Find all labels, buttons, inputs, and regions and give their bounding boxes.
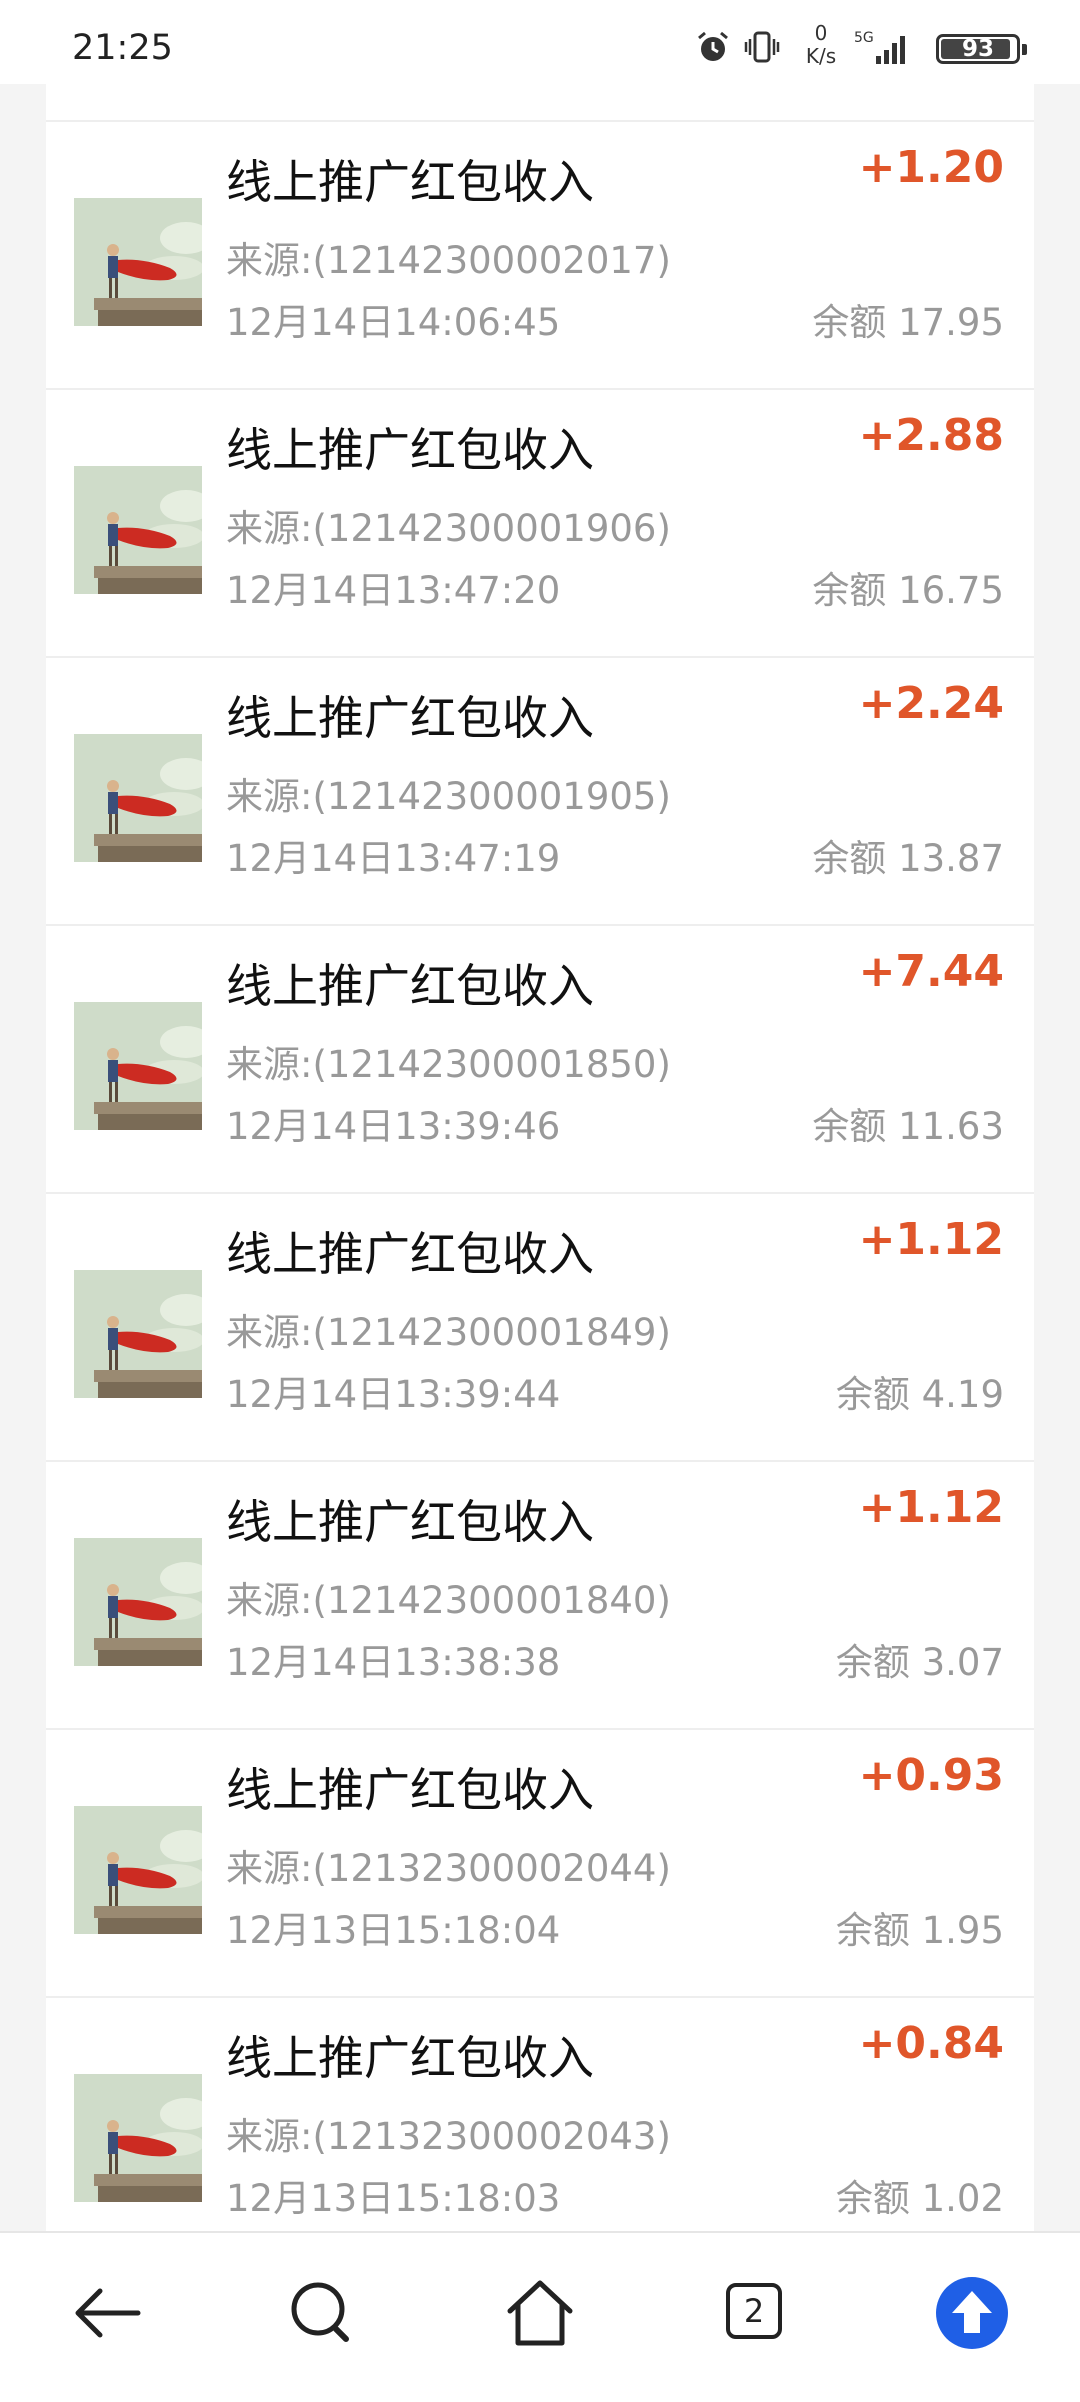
- home-button[interactable]: [502, 2275, 578, 2351]
- transaction-balance: 余额 11.63: [812, 1105, 1004, 1148]
- status-bar: 21:25 0 K/s 5G 93: [0, 0, 1080, 84]
- transaction-list[interactable]: 线上推广红包收入 +1.20 来源:(12142300002017) 12月14…: [46, 84, 1034, 2231]
- transaction-thumbnail: [74, 1538, 202, 1666]
- transaction-amount: +1.12: [858, 1214, 1004, 1265]
- transaction-source: 来源:(12142300001850): [226, 1043, 671, 1086]
- vibrate-icon: [744, 31, 780, 63]
- transaction-source: 来源:(12142300001849): [226, 1311, 671, 1354]
- transaction-title: 线上推广红包收入: [226, 1763, 594, 1817]
- transaction-amount: +1.12: [858, 1482, 1004, 1533]
- status-time: 21:25: [72, 28, 173, 68]
- list-previous-item-edge: [46, 84, 1034, 122]
- transaction-source: 来源:(12142300001906): [226, 507, 671, 550]
- network-type: 5G: [854, 30, 874, 46]
- net-speed-value: 0: [814, 21, 828, 45]
- back-icon: [75, 2288, 141, 2338]
- transaction-datetime: 12月14日13:38:38: [226, 1641, 561, 1684]
- transaction-balance: 余额 17.95: [812, 301, 1004, 344]
- transaction-datetime: 12月14日13:39:44: [226, 1373, 561, 1416]
- home-icon: [507, 2280, 573, 2346]
- transaction-amount: +0.84: [858, 2018, 1004, 2069]
- tabs-icon: 2: [726, 2283, 782, 2339]
- transaction-title: 线上推广红包收入: [226, 959, 594, 1013]
- signal-icon: 5G: [854, 30, 905, 64]
- transaction-row[interactable]: 线上推广红包收入 +2.24 来源:(12142300001905) 12月14…: [46, 658, 1034, 926]
- status-icons: 0 K/s 5G 93: [660, 18, 1027, 74]
- transaction-thumbnail: [74, 198, 202, 326]
- scroll-up-button[interactable]: [934, 2275, 1010, 2351]
- transaction-source: 来源:(12142300001840): [226, 1579, 671, 1622]
- transaction-source: 来源:(12132300002043): [226, 2115, 671, 2158]
- transaction-thumbnail: [74, 1002, 202, 1130]
- transaction-amount: +2.24: [858, 678, 1004, 729]
- transaction-title: 线上推广红包收入: [226, 1227, 594, 1281]
- transaction-amount: +7.44: [858, 946, 1004, 997]
- bottom-navigation-bar: 2: [0, 2231, 1080, 2402]
- battery-icon: 93: [936, 34, 1027, 64]
- transaction-thumbnail: [74, 466, 202, 594]
- transaction-datetime: 12月14日14:06:45: [226, 301, 561, 344]
- transaction-title: 线上推广红包收入: [226, 1495, 594, 1549]
- net-speed: 0 K/s: [798, 22, 844, 68]
- transaction-balance: 余额 1.02: [835, 2177, 1004, 2220]
- transaction-row[interactable]: 线上推广红包收入 +2.88 来源:(12142300001906) 12月14…: [46, 390, 1034, 658]
- transaction-datetime: 12月13日15:18:04: [226, 1909, 561, 1952]
- transaction-row[interactable]: 线上推广红包收入 +7.44 来源:(12142300001850) 12月14…: [46, 926, 1034, 1194]
- transaction-row[interactable]: 线上推广红包收入 +0.93 来源:(12132300002044) 12月13…: [46, 1730, 1034, 1998]
- search-icon: [291, 2282, 349, 2342]
- transaction-balance: 余额 4.19: [835, 1373, 1004, 1416]
- search-button[interactable]: [284, 2275, 360, 2351]
- transaction-title: 线上推广红包收入: [226, 691, 594, 745]
- transaction-balance: 余额 13.87: [812, 837, 1004, 880]
- transaction-thumbnail: [74, 1270, 202, 1398]
- transaction-balance: 余额 1.95: [835, 1909, 1004, 1952]
- transaction-datetime: 12月13日15:18:03: [226, 2177, 561, 2220]
- transaction-thumbnail: [74, 734, 202, 862]
- transaction-source: 来源:(12142300001905): [226, 775, 671, 818]
- transaction-row[interactable]: 线上推广红包收入 +1.12 来源:(12142300001849) 12月14…: [46, 1194, 1034, 1462]
- transaction-title: 线上推广红包收入: [226, 2031, 594, 2085]
- transaction-datetime: 12月14日13:47:19: [226, 837, 561, 880]
- alarm-icon: [698, 31, 728, 61]
- transaction-row[interactable]: 线上推广红包收入 +0.84 来源:(12132300002043) 12月13…: [46, 1998, 1034, 2231]
- transaction-datetime: 12月14日13:47:20: [226, 569, 561, 612]
- transaction-title: 线上推广红包收入: [226, 423, 594, 477]
- transaction-source: 来源:(12132300002044): [226, 1847, 671, 1890]
- scroll-up-icon: [936, 2277, 1008, 2349]
- transaction-thumbnail: [74, 2074, 202, 2202]
- transaction-balance: 余额 16.75: [812, 569, 1004, 612]
- net-speed-unit: K/s: [805, 44, 837, 68]
- battery-level: 93: [961, 36, 994, 62]
- transaction-amount: +0.93: [858, 1750, 1004, 1801]
- back-button[interactable]: [70, 2275, 146, 2351]
- tabs-button[interactable]: 2: [718, 2275, 794, 2351]
- transaction-balance: 余额 3.07: [835, 1641, 1004, 1684]
- transaction-row[interactable]: 线上推广红包收入 +1.12 来源:(12142300001840) 12月14…: [46, 1462, 1034, 1730]
- transaction-amount: +1.20: [858, 142, 1004, 193]
- transaction-amount: +2.88: [858, 410, 1004, 461]
- transaction-source: 来源:(12142300002017): [226, 239, 671, 282]
- transaction-thumbnail: [74, 1806, 202, 1934]
- transaction-datetime: 12月14日13:39:46: [226, 1105, 561, 1148]
- transaction-title: 线上推广红包收入: [226, 155, 594, 209]
- transaction-row[interactable]: 线上推广红包收入 +1.20 来源:(12142300002017) 12月14…: [46, 122, 1034, 390]
